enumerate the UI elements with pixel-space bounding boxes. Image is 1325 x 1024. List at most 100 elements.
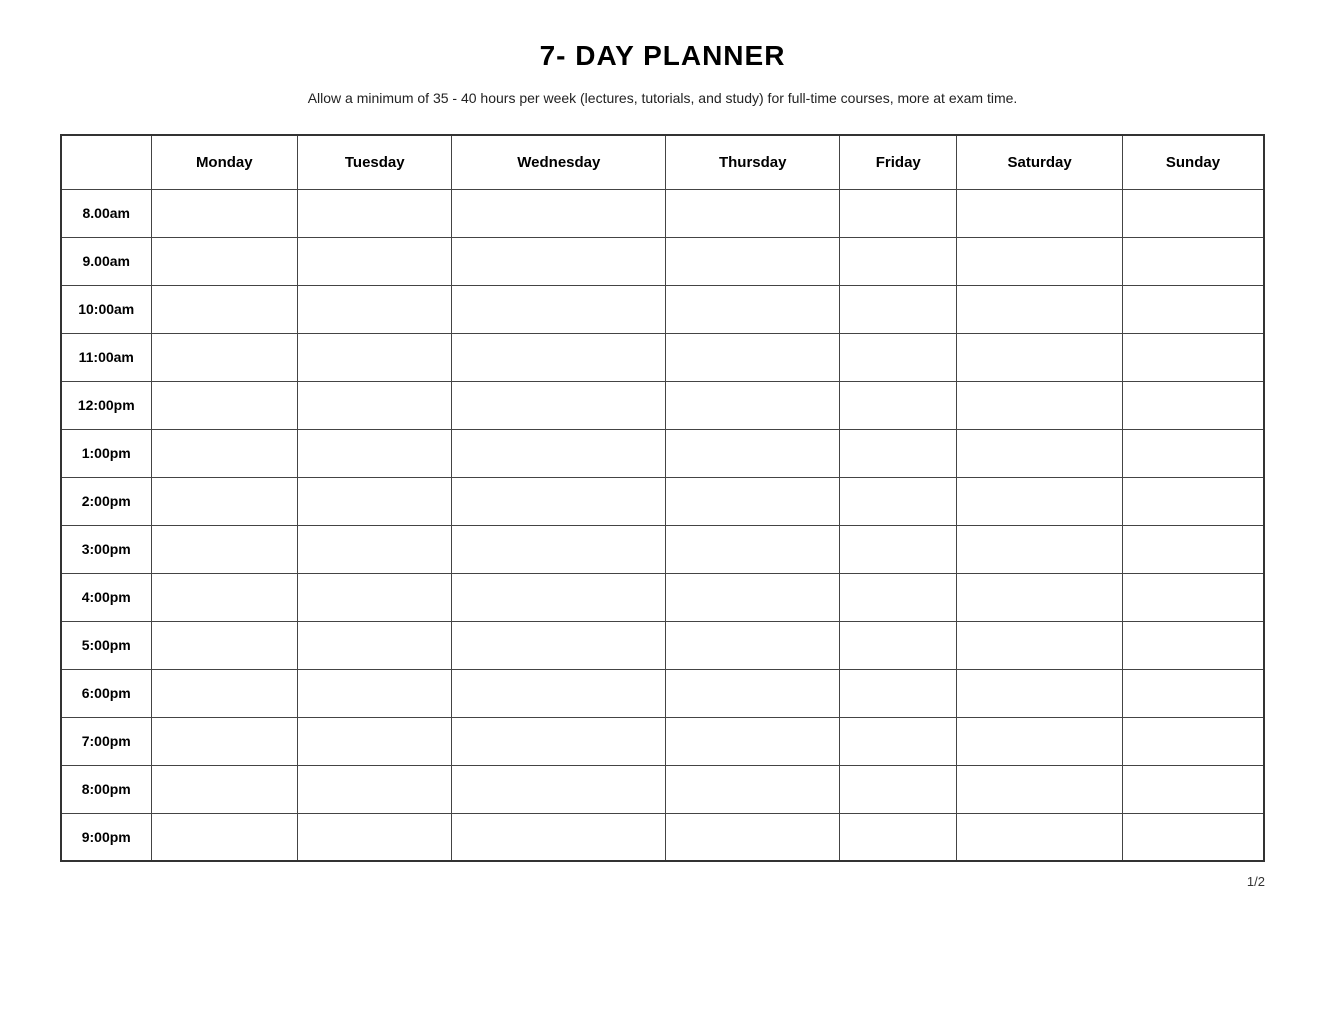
schedule-cell[interactable] — [840, 285, 957, 333]
schedule-cell[interactable] — [840, 237, 957, 285]
schedule-cell[interactable] — [666, 333, 840, 381]
schedule-cell[interactable] — [151, 477, 298, 525]
schedule-cell[interactable] — [1122, 429, 1264, 477]
schedule-cell[interactable] — [666, 525, 840, 573]
schedule-cell[interactable] — [452, 381, 666, 429]
schedule-cell[interactable] — [452, 477, 666, 525]
schedule-cell[interactable] — [666, 429, 840, 477]
schedule-cell[interactable] — [840, 813, 957, 861]
schedule-cell[interactable] — [452, 237, 666, 285]
schedule-cell[interactable] — [298, 573, 452, 621]
schedule-cell[interactable] — [666, 237, 840, 285]
schedule-cell[interactable] — [666, 717, 840, 765]
schedule-cell[interactable] — [151, 237, 298, 285]
schedule-cell[interactable] — [840, 765, 957, 813]
schedule-cell[interactable] — [840, 717, 957, 765]
schedule-cell[interactable] — [452, 429, 666, 477]
schedule-cell[interactable] — [151, 189, 298, 237]
schedule-cell[interactable] — [151, 765, 298, 813]
schedule-cell[interactable] — [666, 621, 840, 669]
schedule-cell[interactable] — [452, 813, 666, 861]
page-number: 1/2 — [60, 874, 1265, 889]
schedule-cell[interactable] — [1122, 765, 1264, 813]
schedule-cell[interactable] — [957, 477, 1123, 525]
schedule-cell[interactable] — [1122, 717, 1264, 765]
schedule-cell[interactable] — [840, 333, 957, 381]
schedule-cell[interactable] — [957, 381, 1123, 429]
schedule-cell[interactable] — [151, 525, 298, 573]
schedule-cell[interactable] — [298, 237, 452, 285]
schedule-cell[interactable] — [840, 477, 957, 525]
schedule-cell[interactable] — [666, 381, 840, 429]
schedule-cell[interactable] — [957, 429, 1123, 477]
schedule-cell[interactable] — [840, 189, 957, 237]
schedule-cell[interactable] — [840, 429, 957, 477]
schedule-cell[interactable] — [957, 237, 1123, 285]
schedule-cell[interactable] — [957, 669, 1123, 717]
schedule-cell[interactable] — [298, 429, 452, 477]
schedule-cell[interactable] — [452, 573, 666, 621]
schedule-cell[interactable] — [151, 813, 298, 861]
schedule-cell[interactable] — [1122, 525, 1264, 573]
schedule-cell[interactable] — [840, 669, 957, 717]
schedule-cell[interactable] — [298, 285, 452, 333]
schedule-cell[interactable] — [666, 477, 840, 525]
schedule-cell[interactable] — [1122, 237, 1264, 285]
schedule-cell[interactable] — [452, 189, 666, 237]
schedule-cell[interactable] — [298, 189, 452, 237]
time-label: 12:00pm — [61, 381, 151, 429]
schedule-cell[interactable] — [151, 285, 298, 333]
schedule-cell[interactable] — [298, 621, 452, 669]
schedule-cell[interactable] — [840, 621, 957, 669]
schedule-cell[interactable] — [298, 813, 452, 861]
schedule-cell[interactable] — [151, 573, 298, 621]
schedule-cell[interactable] — [840, 525, 957, 573]
schedule-cell[interactable] — [666, 573, 840, 621]
schedule-cell[interactable] — [1122, 573, 1264, 621]
schedule-cell[interactable] — [1122, 285, 1264, 333]
schedule-cell[interactable] — [452, 717, 666, 765]
schedule-cell[interactable] — [1122, 477, 1264, 525]
schedule-cell[interactable] — [452, 285, 666, 333]
schedule-cell[interactable] — [452, 765, 666, 813]
schedule-cell[interactable] — [452, 621, 666, 669]
schedule-cell[interactable] — [1122, 381, 1264, 429]
schedule-cell[interactable] — [151, 429, 298, 477]
schedule-cell[interactable] — [452, 669, 666, 717]
schedule-cell[interactable] — [840, 573, 957, 621]
schedule-cell[interactable] — [957, 765, 1123, 813]
schedule-cell[interactable] — [298, 381, 452, 429]
schedule-cell[interactable] — [957, 621, 1123, 669]
schedule-cell[interactable] — [298, 765, 452, 813]
schedule-cell[interactable] — [840, 381, 957, 429]
schedule-cell[interactable] — [452, 525, 666, 573]
schedule-cell[interactable] — [957, 573, 1123, 621]
schedule-cell[interactable] — [666, 813, 840, 861]
schedule-cell[interactable] — [666, 765, 840, 813]
schedule-cell[interactable] — [1122, 813, 1264, 861]
schedule-cell[interactable] — [452, 333, 666, 381]
schedule-cell[interactable] — [298, 717, 452, 765]
schedule-cell[interactable] — [151, 717, 298, 765]
schedule-cell[interactable] — [957, 189, 1123, 237]
schedule-cell[interactable] — [957, 285, 1123, 333]
schedule-cell[interactable] — [298, 525, 452, 573]
schedule-cell[interactable] — [666, 285, 840, 333]
schedule-cell[interactable] — [666, 669, 840, 717]
schedule-cell[interactable] — [151, 669, 298, 717]
schedule-cell[interactable] — [298, 477, 452, 525]
schedule-cell[interactable] — [298, 333, 452, 381]
schedule-cell[interactable] — [957, 525, 1123, 573]
schedule-cell[interactable] — [957, 333, 1123, 381]
schedule-cell[interactable] — [666, 189, 840, 237]
schedule-cell[interactable] — [1122, 669, 1264, 717]
schedule-cell[interactable] — [151, 621, 298, 669]
schedule-cell[interactable] — [298, 669, 452, 717]
schedule-cell[interactable] — [957, 717, 1123, 765]
schedule-cell[interactable] — [151, 381, 298, 429]
schedule-cell[interactable] — [957, 813, 1123, 861]
schedule-cell[interactable] — [151, 333, 298, 381]
schedule-cell[interactable] — [1122, 621, 1264, 669]
schedule-cell[interactable] — [1122, 189, 1264, 237]
schedule-cell[interactable] — [1122, 333, 1264, 381]
